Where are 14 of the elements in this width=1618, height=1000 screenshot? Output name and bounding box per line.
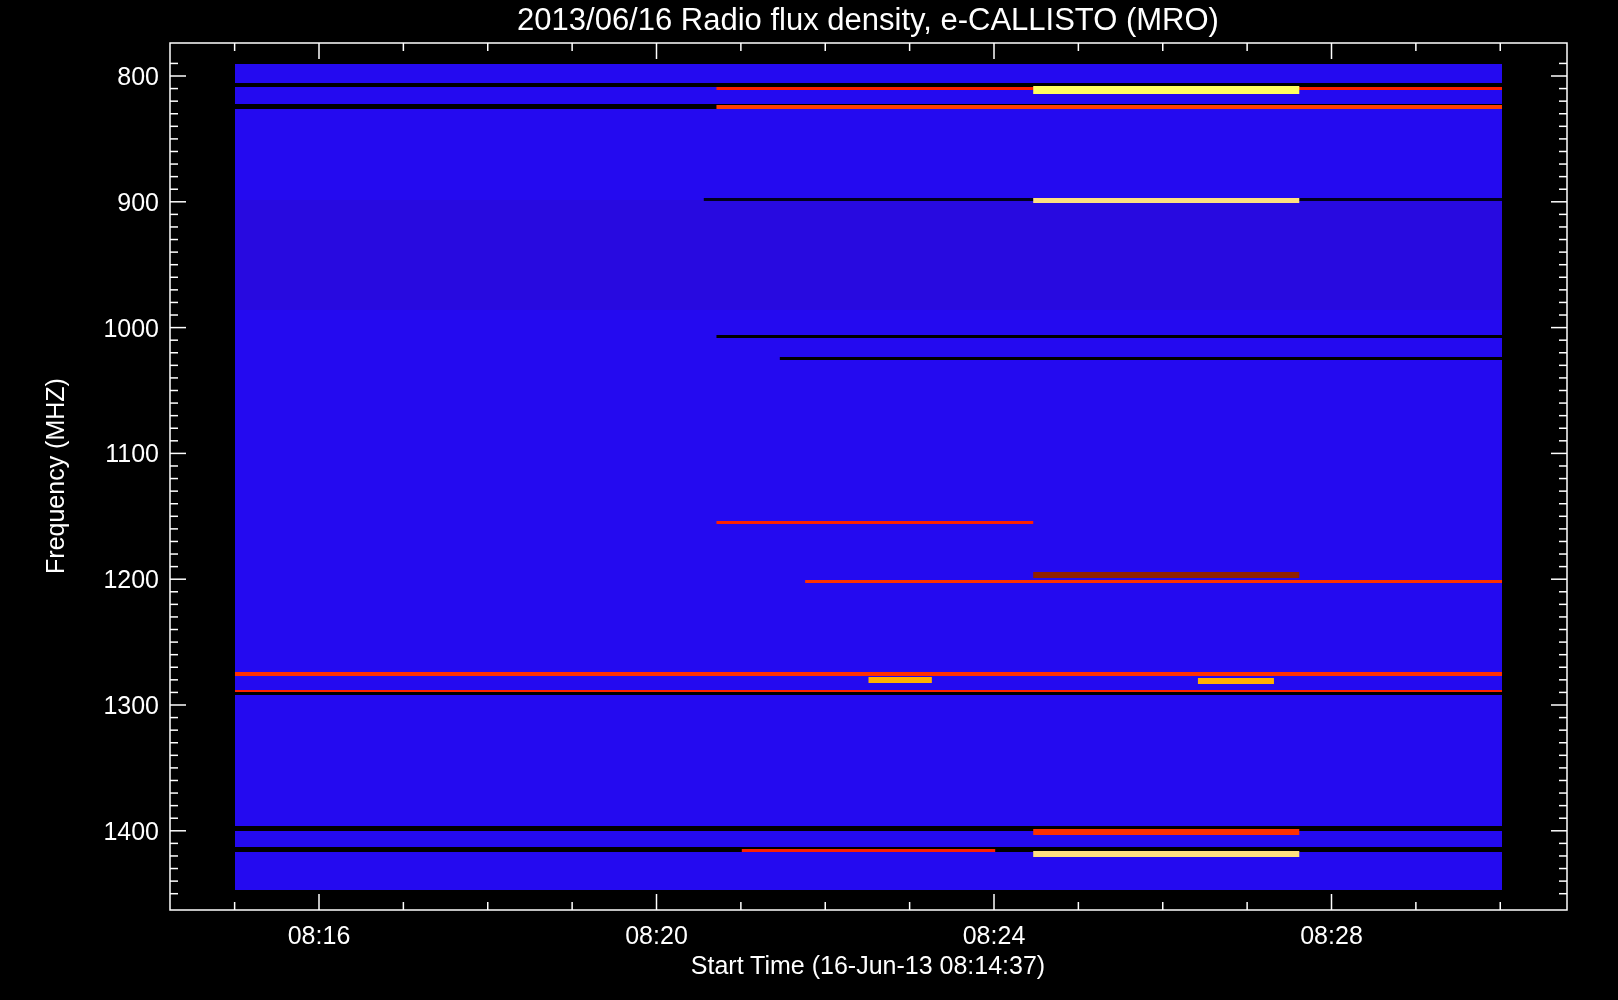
y-tick-label: 1400 xyxy=(103,816,159,845)
y-tick-label: 1300 xyxy=(103,691,159,719)
y-tick-label: 1000 xyxy=(103,313,159,342)
x-tick-label: 08:16 xyxy=(287,921,351,949)
y-tick-label: 1200 xyxy=(103,565,159,594)
x-tick-label: 08:20 xyxy=(625,921,688,949)
y-axis-label: Frequency (MHZ) xyxy=(41,378,69,574)
x-axis-label: Start Time (16-Jun-13 08:14:37) xyxy=(690,951,1046,979)
x-tick-label: 08:28 xyxy=(1300,921,1363,949)
y-tick-label: 1100 xyxy=(105,439,159,468)
y-tick-label: 900 xyxy=(117,187,159,216)
chart-title: 2013/06/16 Radio flux density, e-CALLISTO (MRO) xyxy=(517,2,1219,37)
x-tick-label: 08:24 xyxy=(962,921,1026,949)
y-tick-label: 800 xyxy=(117,62,159,90)
